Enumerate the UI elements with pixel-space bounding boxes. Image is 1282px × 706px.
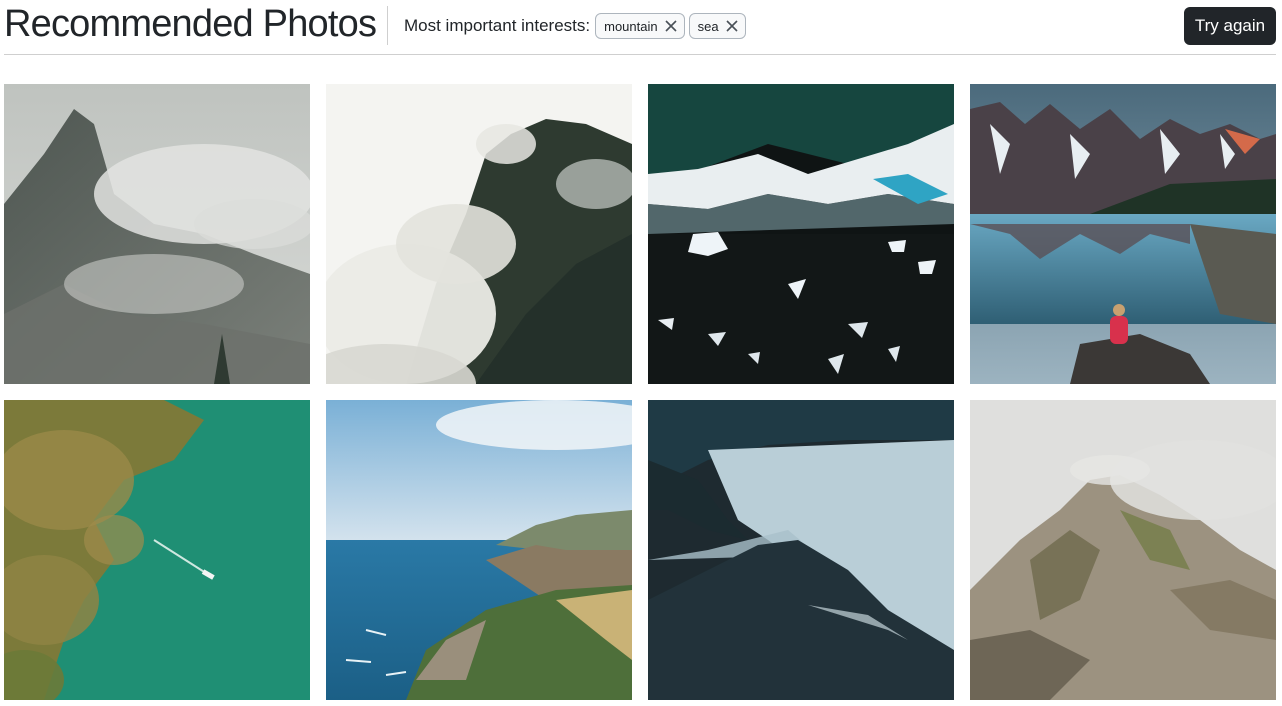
photo-ice-beach[interactable] <box>648 84 954 384</box>
photo-image <box>326 400 632 700</box>
try-again-button[interactable]: Try again <box>1184 7 1276 45</box>
close-icon[interactable] <box>664 19 678 33</box>
photo-image <box>4 84 310 384</box>
photo-rocky-peak[interactable] <box>970 400 1276 700</box>
interests-bar: Most important interests: mountain sea <box>404 13 750 39</box>
photo-image <box>4 400 310 700</box>
photo-aerial-sea[interactable] <box>4 400 310 700</box>
photo-fog-ridge[interactable] <box>648 400 954 700</box>
photo-image <box>970 84 1276 384</box>
interest-tag-sea[interactable]: sea <box>688 13 746 39</box>
photo-image <box>648 400 954 700</box>
photo-image <box>970 400 1276 700</box>
photo-misty-mountain[interactable] <box>4 84 310 384</box>
header-divider <box>387 6 388 45</box>
page-header: Recommended Photos Most important intere… <box>4 0 1276 55</box>
photo-grid <box>4 84 1276 700</box>
photo-cloudy-ridge[interactable] <box>326 84 632 384</box>
page-title: Recommended Photos <box>4 3 377 45</box>
interest-tag-label: mountain <box>604 18 658 34</box>
photo-image <box>648 84 954 384</box>
interest-tag-label: sea <box>697 18 719 34</box>
photo-image <box>326 84 632 384</box>
interest-tag-mountain[interactable]: mountain <box>595 13 685 39</box>
close-icon[interactable] <box>725 19 739 33</box>
photo-lake-reflection[interactable] <box>970 84 1276 384</box>
photo-coastal-cliffs[interactable] <box>326 400 632 700</box>
interests-label: Most important interests: <box>404 16 591 35</box>
